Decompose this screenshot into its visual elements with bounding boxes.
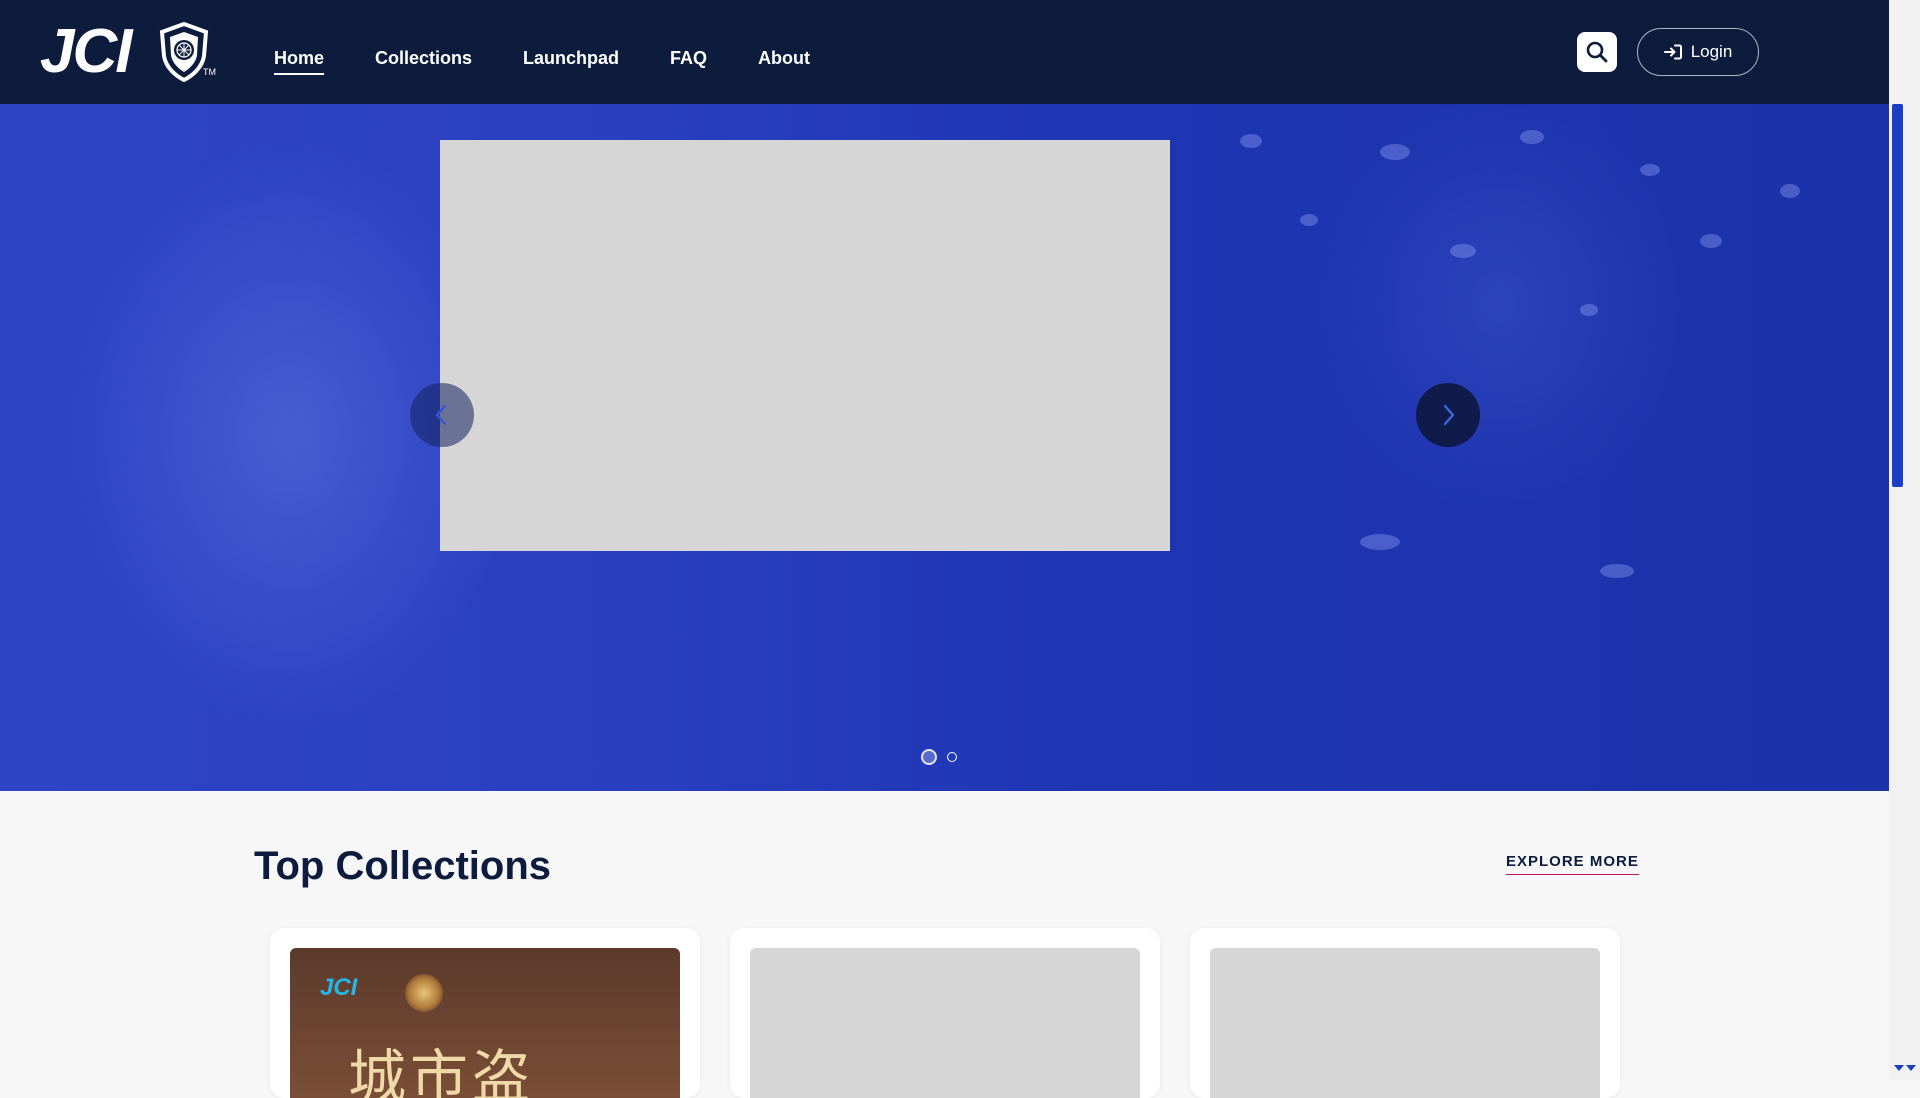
poster-title: 城市盗 [348,1043,535,1098]
nav-faq[interactable]: FAQ [670,46,707,70]
carousel-next-button[interactable] [1416,383,1480,447]
background-bokeh [1240,134,1262,148]
search-icon [1586,41,1608,63]
collection-card[interactable]: JCI 城市盗 [270,928,700,1098]
carousel-dot-2[interactable] [947,752,957,762]
carousel-prev-button[interactable] [410,383,474,447]
scroll-down-icon[interactable] [1894,1065,1904,1071]
slide-image[interactable] [440,140,1170,551]
collection-card-image [750,948,1140,1098]
collection-card[interactable] [1190,928,1620,1098]
sign-in-icon [1663,44,1682,60]
carousel-dots [921,749,957,765]
background-bokeh [1520,130,1544,144]
logo-text: JCI [40,17,132,86]
hero-carousel [0,104,1889,791]
top-navbar: JCI TM Home Collections Launchpad FAQ Ab… [0,0,1889,104]
login-label: Login [1690,42,1733,61]
nav-collections[interactable]: Collections [375,46,472,70]
background-bokeh [1360,534,1400,550]
background-bokeh [1300,214,1318,226]
main-nav: Home Collections Launchpad FAQ About [274,46,861,75]
carousel-dot-1[interactable] [921,749,937,765]
background-bokeh [1600,564,1634,578]
background-bokeh [1640,164,1660,176]
chevron-left-icon [435,404,447,426]
jci-logo[interactable]: JCI TM [40,20,220,84]
background-bokeh [1780,184,1800,198]
poster-logo: JCI [320,974,358,1001]
explore-more-link[interactable]: EXPLORE MORE [1506,853,1639,875]
collection-card[interactable] [730,928,1160,1098]
background-bokeh [1450,244,1476,258]
chevron-right-icon [1443,404,1455,426]
scrollbar-thumb[interactable] [1892,104,1903,487]
login-button[interactable]: Login [1637,28,1759,76]
collection-card-image: JCI 城市盗 [290,948,680,1098]
poster-badge-icon [405,974,443,1012]
background-bokeh [1700,234,1722,248]
nav-about[interactable]: About [758,46,810,70]
nav-launchpad[interactable]: Launchpad [523,46,619,70]
trademark-mark: TM [203,67,216,77]
background-bokeh [1580,304,1598,316]
nav-home[interactable]: Home [274,46,325,75]
background-bokeh [1380,144,1410,160]
section-title-top-collections: Top Collections [254,844,552,888]
scroll-down-icon[interactable] [1906,1065,1916,1071]
search-button[interactable] [1577,32,1617,72]
collection-card-image [1210,948,1600,1098]
